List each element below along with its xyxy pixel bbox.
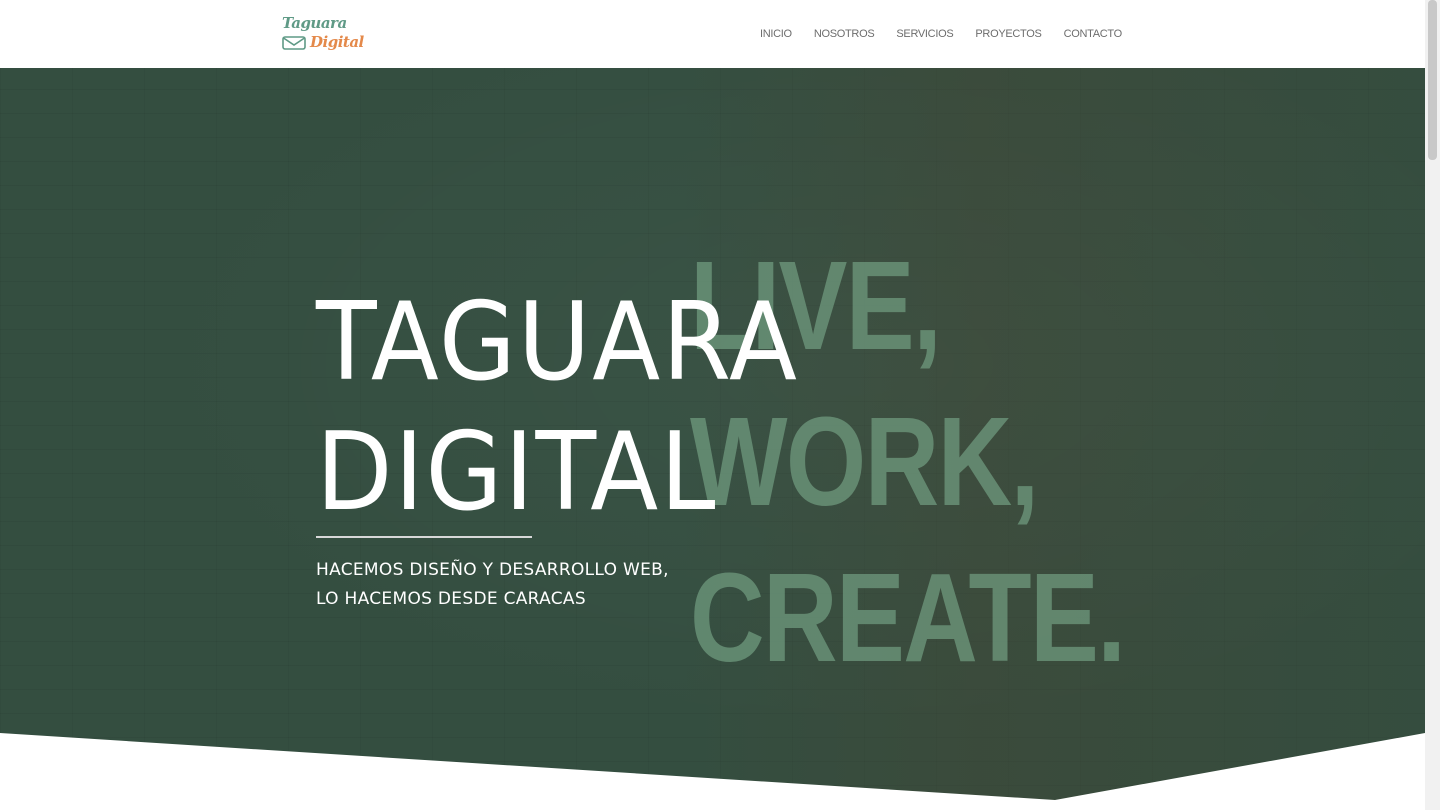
nav-item-contacto[interactable]: CONTACTO [1064,28,1123,40]
wall-text-line: CREATE. [690,547,1126,688]
nav-item-inicio[interactable]: INICIO [760,28,792,40]
scrollbar-thumb[interactable] [1428,0,1437,160]
hero-subtitle-line2: LO HACEMOS DESDE CARACAS [316,589,586,609]
logo-text-line2: Digital [310,33,364,51]
hero-divider [316,536,532,538]
hero-title: TAGUARA DIGITAL [316,278,799,538]
envelope-icon [282,36,306,50]
page: Taguara Digital INICIO NOSOTROS SERVICIO… [0,0,1440,810]
nav-item-proyectos[interactable]: PROYECTOS [975,28,1041,40]
page-scrollbar[interactable] [1425,0,1440,810]
main-nav: INICIO NOSOTROS SERVICIOS PROYECTOS CONT… [760,25,1122,43]
hero-section: LIVE, WORK, CREATE. TAGUARA DIGITAL HACE… [0,68,1425,810]
site-header: Taguara Digital INICIO NOSOTROS SERVICIO… [0,0,1425,68]
hero-title-line1: TAGUARA [316,280,799,405]
hero-title-line2: DIGITAL [316,410,718,535]
site-logo[interactable]: Taguara Digital [280,12,372,56]
nav-item-nosotros[interactable]: NOSOTROS [814,28,875,40]
nav-item-servicios[interactable]: SERVICIOS [896,28,953,40]
hero-subtitle: HACEMOS DISEÑO Y DESARROLLO WEB, LO HACE… [316,556,669,614]
logo-text-line1: Taguara [282,14,347,32]
hero-subtitle-line1: HACEMOS DISEÑO Y DESARROLLO WEB, [316,560,669,580]
